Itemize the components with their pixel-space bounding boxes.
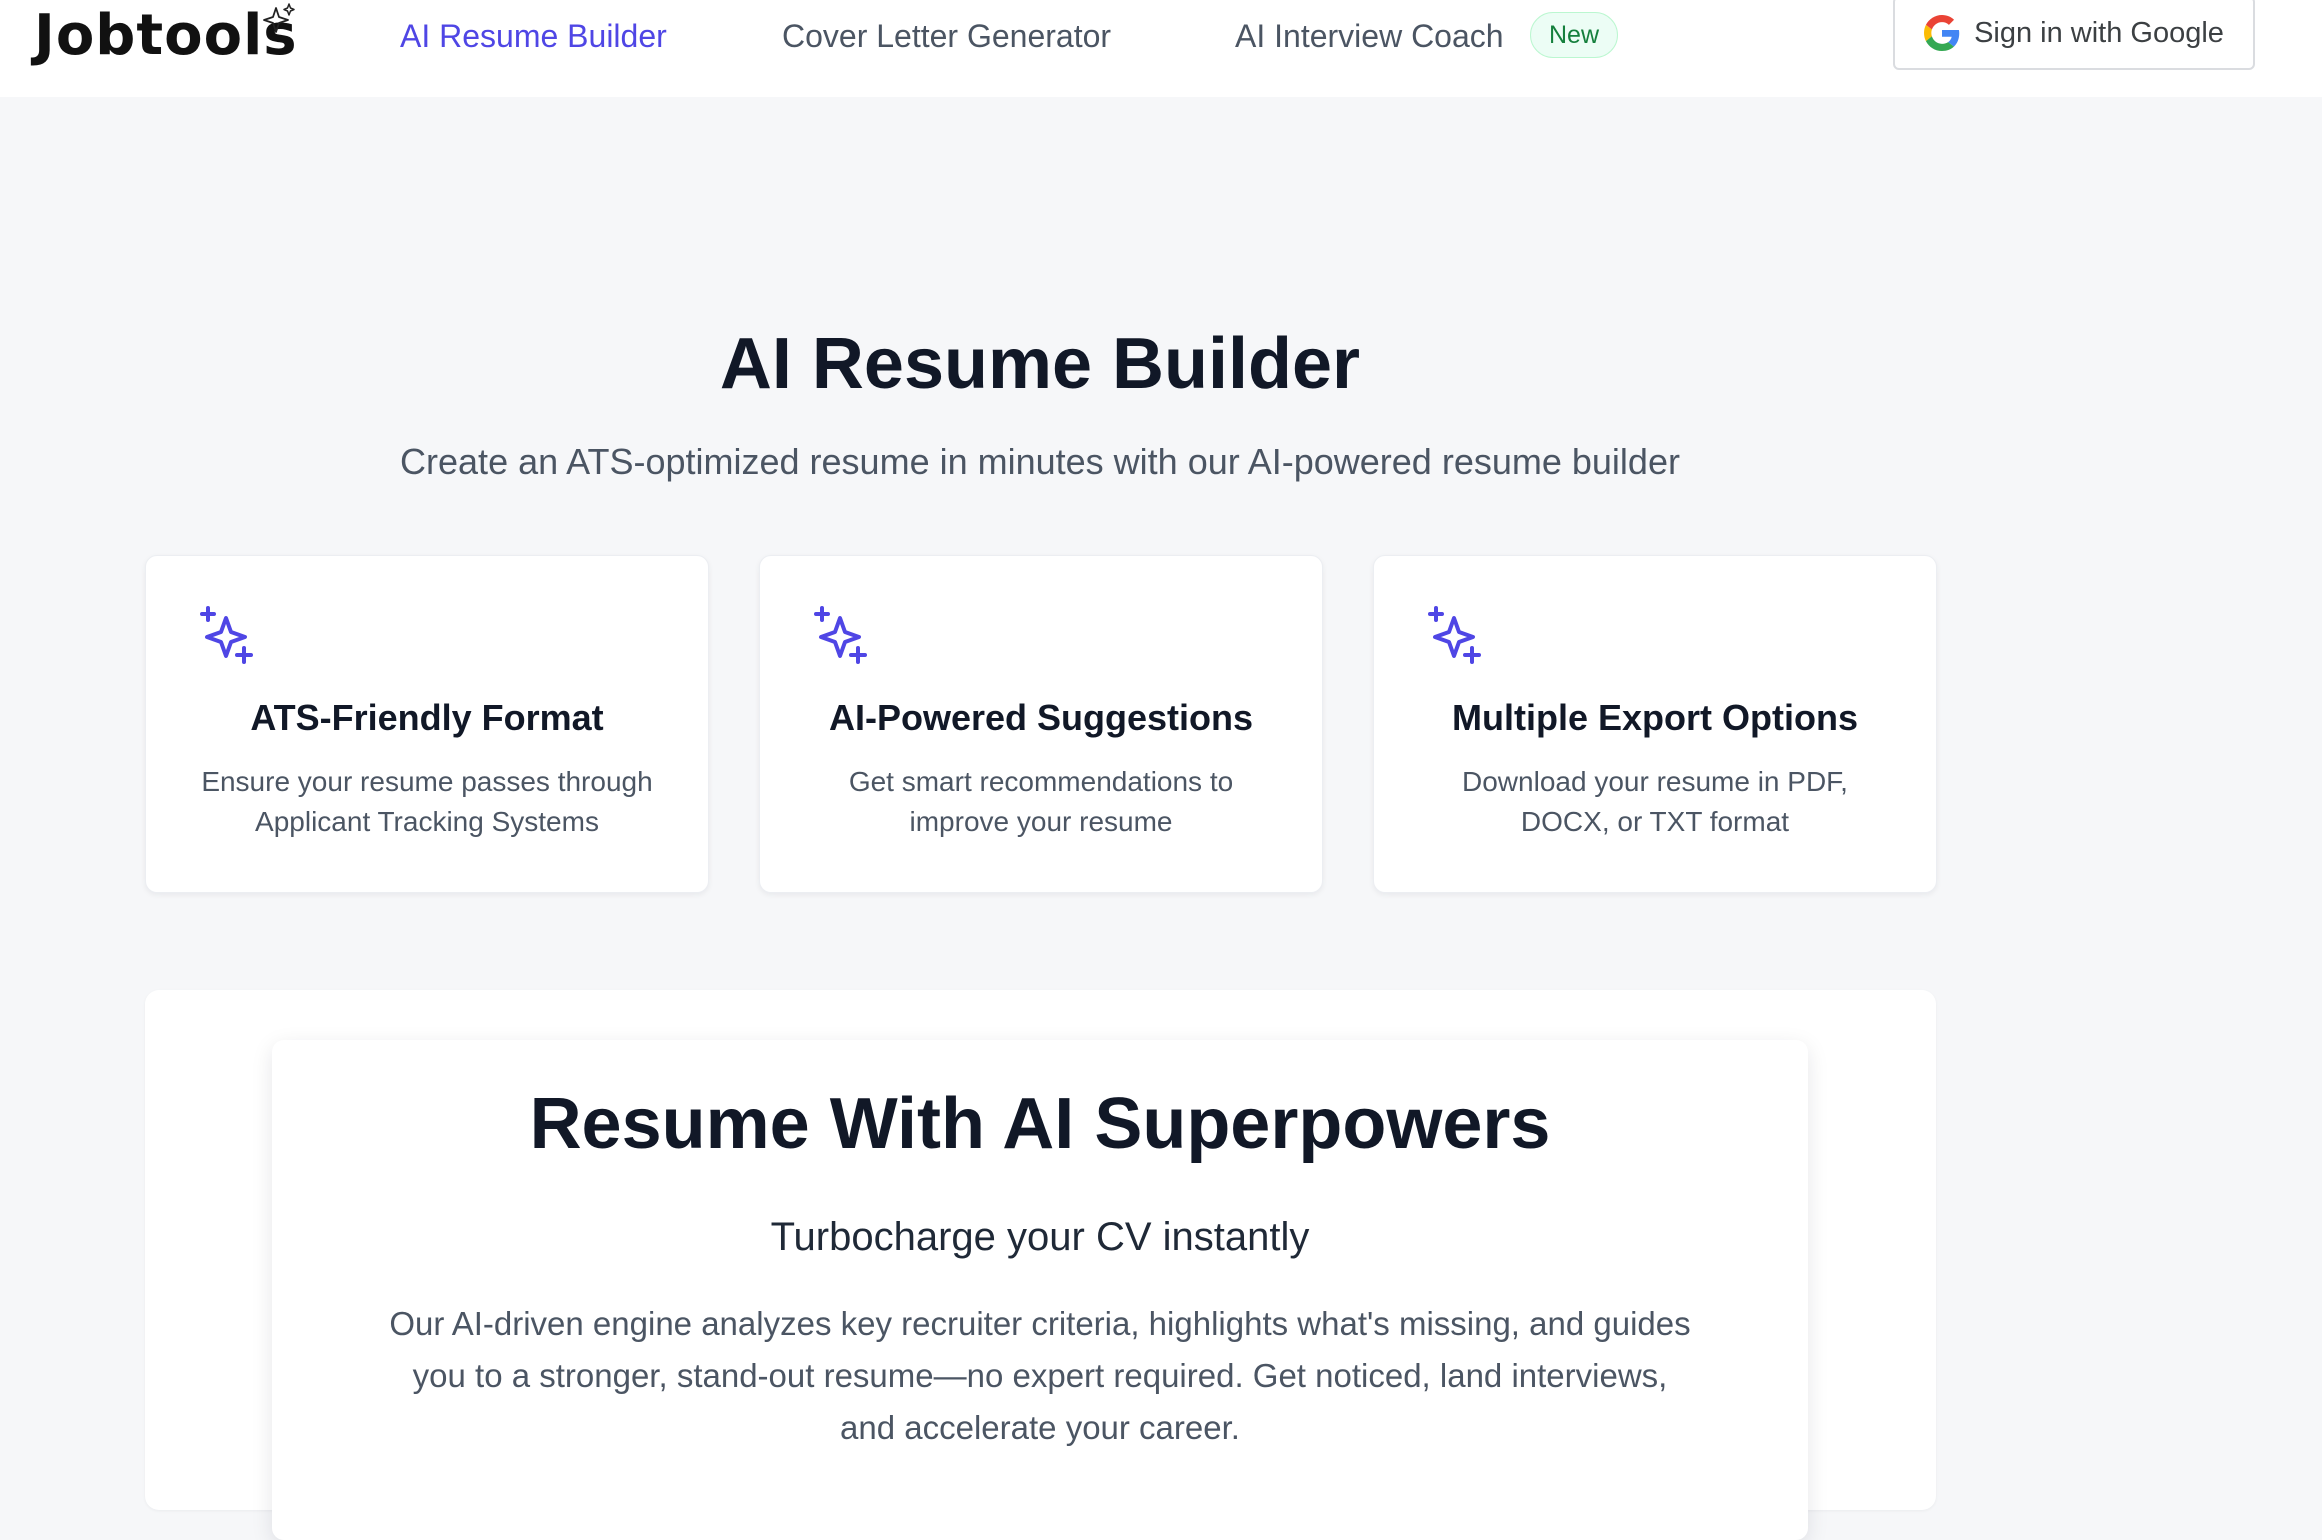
feature-description: Get smart recommendations to improve you… — [848, 766, 1234, 837]
feature-description: Download your resume in PDF, DOCX, or TX… — [1462, 766, 1848, 837]
page-subtitle: Create an ATS-optimized resume in minute… — [400, 441, 1680, 482]
nav-link-ai-resume-builder[interactable]: AI Resume Builder — [400, 16, 667, 56]
feature-title: ATS-Friendly Format — [250, 697, 604, 738]
feature-description: Ensure your resume passes through Applic… — [201, 766, 653, 837]
sign-in-with-google-button[interactable]: Sign in with Google — [1893, 0, 2255, 70]
sign-in-label: Sign in with Google — [1974, 16, 2224, 49]
superpowers-card: Resume With AI Superpowers Turbocharge y… — [272, 1040, 1808, 1540]
logo-text: Jobtools — [34, 3, 298, 68]
feature-card-ai-suggestions: AI-Powered Suggestions Get smart recomme… — [759, 555, 1323, 893]
section-title: Resume With AI Superpowers — [529, 1084, 1551, 1164]
section-body-text: Our AI-driven engine analyzes key recrui… — [389, 1305, 1691, 1446]
sparkles-icon — [1428, 606, 1481, 664]
feature-title: AI-Powered Suggestions — [828, 697, 1254, 738]
feature-card-ats-friendly: ATS-Friendly Format Ensure your resume p… — [145, 555, 709, 893]
top-navigation-bar: Jobtools AI Resume Builder Cover Letter … — [0, 0, 2322, 97]
new-badge: New — [1530, 12, 1619, 58]
feature-title: Multiple Export Options — [1452, 697, 1858, 738]
logo-sparkle-icon — [263, 3, 295, 33]
superpowers-section: Resume With AI Superpowers Turbocharge y… — [145, 990, 1936, 1540]
nav-link-cover-letter-generator[interactable]: Cover Letter Generator — [782, 16, 1111, 56]
sparkles-icon — [200, 606, 253, 664]
feature-card-export-options: Multiple Export Options Download your re… — [1373, 555, 1937, 893]
jobtools-logo[interactable]: Jobtools — [34, 0, 298, 72]
google-icon — [1924, 15, 1960, 51]
page-title: AI Resume Builder — [719, 324, 1361, 404]
nav-link-ai-interview-coach[interactable]: AI Interview Coach — [1235, 16, 1504, 56]
sparkles-icon — [814, 606, 867, 664]
section-tagline: Turbocharge your CV instantly — [770, 1215, 1310, 1259]
